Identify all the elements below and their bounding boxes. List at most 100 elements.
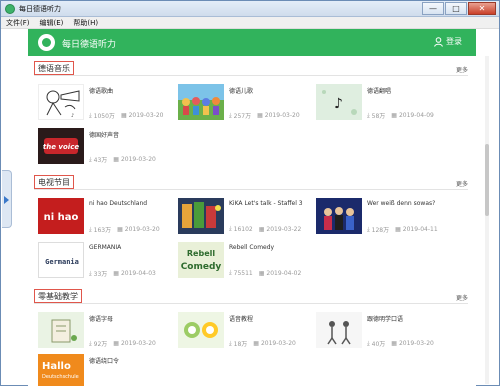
download-icon: ⤓ [367,225,370,233]
calendar-icon: ▦ [391,112,397,119]
menu-bar: 文件(F) 编辑(E) 帮助(H) [1,17,499,29]
download-icon: ⤓ [229,269,232,276]
thumbnail [178,84,224,120]
more-link[interactable]: 更多 [456,179,468,188]
download-icon: ⤓ [89,225,92,233]
list-item[interactable]: the voice 德国好声音 ⤓ 43万 ▦ 2019-03-20 [38,128,174,164]
list-item[interactable]: ♪ 德语翻唱 ⤓ 58万 ▦ 2019-04-09 [316,84,452,120]
list-item[interactable]: Wer weiß denn sowas? ⤓ 128万 ▦ 2019-04-11 [316,198,452,234]
count-label: 43万 [93,157,108,164]
menu-file[interactable]: 文件(F) [1,17,35,28]
maximize-button[interactable]: □ [445,2,467,15]
calendar-icon: ▦ [120,112,127,119]
main-content: 德语音乐 更多 ♪ 德语歌曲 ⤓ 1050万 ▦ 2019-03-20 德语儿歌… [28,56,476,386]
user-icon [434,36,443,47]
count-label: 33万 [93,271,108,278]
download-icon: ⤓ [229,339,232,347]
close-button[interactable]: ✕ [468,2,496,15]
section-title: 电视节目 [34,175,74,189]
download-count: ⤓ 163万 [89,225,112,235]
count-label: 92万 [93,341,108,348]
count-label: 128万 [371,227,390,234]
count-label: 1050万 [93,113,115,120]
download-count: ⤓ 128万 [367,225,390,235]
thumbnail [178,312,224,348]
list-item[interactable]: ♪ 德语歌曲 ⤓ 1050万 ▦ 2019-03-20 [38,84,174,120]
arrow-right-icon [4,196,9,204]
calendar-icon: ▦ [391,340,397,347]
side-expand-tab[interactable] [2,170,12,228]
count-label: 40万 [371,341,386,348]
download-icon: ⤓ [89,111,92,119]
scrollbar[interactable] [485,56,489,384]
list-item[interactable]: 语音教程 ⤓ 18万 ▦ 2019-03-20 [178,312,314,348]
thumbnail [316,198,362,234]
window-title: 每日德语听力 [19,5,61,13]
date: ▦ 2019-03-20 [257,111,300,120]
menu-help[interactable]: 帮助(H) [68,17,103,28]
date: ▦ 2019-03-22 [259,225,302,233]
calendar-icon: ▦ [113,270,119,277]
date: ▦ 2019-04-11 [395,225,438,234]
thumb-label: the voice [43,143,79,151]
app-icon [5,4,15,14]
download-icon: ⤓ [367,339,370,347]
thumbnail [38,312,84,348]
item-title: GERMANIA [89,244,122,251]
download-count: ⤓ 1050万 [89,111,115,121]
count-label: 16102 [233,225,253,233]
section-tv: 电视节目 更多 ni hao ni hao Deutschland ⤓ 163万 … [28,174,476,286]
date: ▦ 2019-04-02 [259,269,302,277]
thumbnail: Germania [38,242,84,278]
download-count: ⤓ 257万 [229,111,252,121]
count-label: 257万 [233,113,252,120]
download-count: ⤓ 43万 [89,155,108,165]
list-item[interactable]: Germania GERMANIA ⤓ 33万 ▦ 2019-04-03 [38,242,174,278]
thumbnail: the voice [38,128,84,164]
item-title: 德语歌曲 [89,88,114,95]
date: ▦ 2019-03-20 [121,111,164,120]
thumbnail: ni hao [38,198,84,234]
download-icon: ⤓ [89,339,92,347]
date-label: 2019-04-09 [398,112,434,119]
item-title: 语音教程 [229,316,254,323]
download-icon: ⤓ [229,111,232,119]
download-icon: ⤓ [229,225,232,232]
minimize-button[interactable]: — [422,2,444,15]
item-title: 德国好声音 [89,132,120,139]
list-item[interactable]: 德语字母 ⤓ 92万 ▦ 2019-03-20 [38,312,174,348]
title-bar[interactable]: 每日德语听力 — □ ✕ [1,1,499,17]
download-icon: ⤓ [367,111,370,119]
svg-text:♪: ♪ [334,96,343,112]
item-title: 德语儿歌 [229,88,254,95]
login-button[interactable]: 登录 [434,36,462,47]
download-count: ⤓ 75511 [229,269,253,277]
list-item[interactable]: Rebell Comedy Rebell Comedy ⤓ 75511 ▦ 2019… [178,242,314,278]
section-music: 德语音乐 更多 ♪ 德语歌曲 ⤓ 1050万 ▦ 2019-03-20 德语儿歌… [28,60,476,168]
item-title: 跟德明学口语 [367,316,404,323]
date-label: 2019-03-20 [124,226,160,233]
more-link[interactable]: 更多 [456,65,468,74]
count-label: 163万 [93,227,112,234]
date-label: 2019-03-20 [120,340,156,347]
date-label: 2019-03-20 [128,112,164,119]
download-count: ⤓ 18万 [229,339,247,349]
thumb-label: Germania [45,258,79,266]
date-label: 2019-03-20 [264,112,300,119]
item-title: KiKA Let's talk - Staffel 3 [229,200,303,207]
download-count: ⤓ 58万 [367,111,385,121]
item-title: 德语绕口令 [89,358,120,365]
download-count: ⤓ 92万 [89,339,108,349]
menu-edit[interactable]: 编辑(E) [35,17,69,28]
list-item[interactable]: Hallo Deutschschule 德语绕口令 [38,354,174,386]
more-link[interactable]: 更多 [456,293,468,302]
date: ▦ 2019-04-09 [391,111,434,120]
thumb-label: Deutschschule [42,374,79,380]
calendar-icon: ▦ [257,112,263,119]
list-item[interactable]: KiKA Let's talk - Staffel 3 ⤓ 16102 ▦ 2019… [178,198,314,234]
scrollbar-thumb[interactable] [485,144,489,216]
list-item[interactable]: 德语儿歌 ⤓ 257万 ▦ 2019-03-20 [178,84,314,120]
list-item[interactable]: ni hao ni hao Deutschland ⤓ 163万 ▦ 2019-03… [38,198,174,234]
app-logo [38,34,55,51]
list-item[interactable]: 跟德明学口语 ⤓ 40万 ▦ 2019-03-20 [316,312,452,348]
